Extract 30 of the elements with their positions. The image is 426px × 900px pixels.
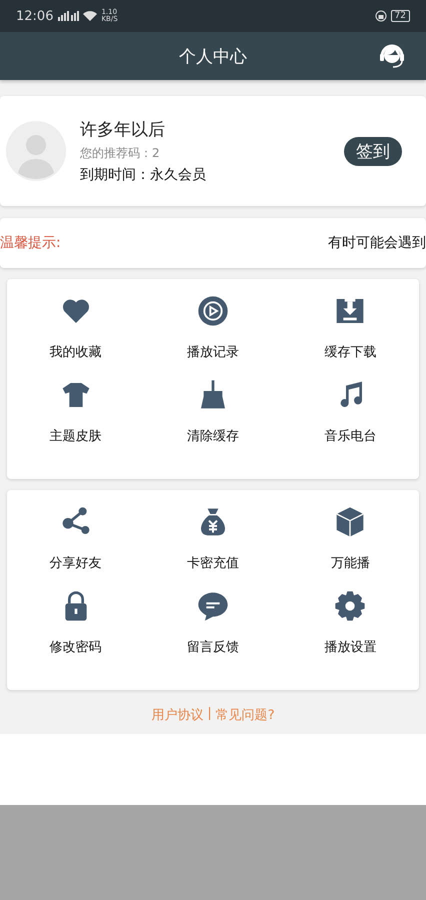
menu-item[interactable]: 卡密充值: [144, 506, 282, 572]
link-separator: |: [207, 706, 212, 723]
status-time: 12:06: [16, 8, 54, 24]
notice-text: 有时可能会遇到: [328, 234, 426, 252]
menu-item[interactable]: 清除缓存: [144, 379, 282, 445]
menu-item[interactable]: 万能播: [282, 506, 419, 572]
menu-item[interactable]: 主题皮肤: [7, 379, 144, 445]
headset-icon[interactable]: [378, 42, 406, 70]
notice-label: 温馨提示:: [0, 234, 61, 252]
cube-icon: [334, 506, 366, 538]
menu-item[interactable]: 留言反馈: [144, 590, 282, 656]
menu-item[interactable]: 缓存下载: [282, 295, 419, 361]
page-title: 个人中心: [179, 46, 247, 68]
signal-icon: [57, 11, 80, 21]
wifi-icon: [83, 11, 98, 21]
referral-code: 您的推荐码：2: [80, 145, 161, 162]
menu-item[interactable]: 音乐电台: [282, 379, 419, 445]
check-in-button[interactable]: 签到: [344, 136, 402, 166]
chat-bubble-icon: [196, 590, 229, 622]
menu-item[interactable]: 修改密码: [7, 590, 144, 656]
menu-item[interactable]: 我的收藏: [7, 295, 144, 361]
user-name: 许多年以后: [80, 119, 166, 141]
menu-item[interactable]: 播放设置: [282, 590, 419, 656]
menu-item[interactable]: 分享好友: [7, 506, 144, 572]
settings-icon: [334, 590, 366, 622]
play-circle-icon: [196, 295, 229, 327]
avatar-icon: [6, 121, 66, 181]
battery-level: 72: [390, 10, 410, 22]
expiry-text: 到期时间：永久会员: [80, 166, 207, 184]
menu-item[interactable]: 播放记录: [144, 295, 282, 361]
